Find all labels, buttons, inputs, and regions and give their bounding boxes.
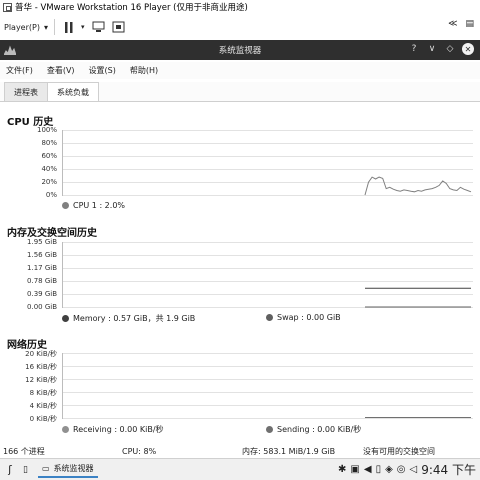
network-history-svg — [63, 353, 473, 419]
memory-tick-label: 1.95 GiB — [27, 238, 57, 246]
show-desktop-icon[interactable]: ▯ — [23, 465, 28, 475]
cpu-series-line — [364, 176, 472, 196]
vmware-toolbar: Player(P) ▾ ▾ ≪ ▤ — [0, 14, 480, 40]
sending-legend-label: Sending : 0.00 KiB/秒 — [277, 425, 362, 434]
volume-icon[interactable]: ◀ — [364, 464, 372, 475]
status-swap: 没有可用的交换空间 — [363, 446, 435, 456]
sending-legend: Sending : 0.00 KiB/秒 — [266, 424, 361, 435]
system-monitor-app-icon — [4, 45, 16, 55]
system-tray: ✱ ▣ ◀ ▯ ◈ ◎ ◁ 9:44 下午 — [338, 461, 476, 478]
taskbar-item-label: 系统监视器 — [53, 464, 94, 473]
status-bar: 166 个进程 CPU: 8% 内存: 583.1 MiB/1.9 GiB 没有… — [0, 444, 480, 458]
start-menu-icon[interactable]: ʃ — [3, 463, 17, 477]
vmware-logo-icon — [3, 2, 12, 12]
collapse-icon[interactable]: ≪ — [448, 19, 457, 29]
cpu-legend-label: CPU 1 : 2.0% — [73, 201, 126, 210]
system-load-panel: CPU 历史 100% 80% 60% 40% 20% 0% CPU 1 : 2… — [0, 102, 480, 444]
network-tick-label: 12 KiB/秒 — [25, 376, 57, 384]
sending-legend-color-icon[interactable] — [266, 426, 273, 433]
notification-icon[interactable]: ▯ — [376, 464, 382, 475]
pause-dropdown-icon[interactable]: ▾ — [81, 23, 85, 31]
speaker-icon[interactable]: ◁ — [410, 464, 418, 475]
cpu-tick-label: 20% — [41, 178, 57, 186]
maximize-icon[interactable]: ◇ — [444, 43, 456, 55]
cpu-history-graph — [62, 130, 473, 196]
player-menu-label: Player(P) — [4, 22, 40, 32]
receiving-legend-color-icon[interactable] — [62, 426, 69, 433]
tab-system-load[interactable]: 系统负载 — [47, 82, 99, 101]
memory-tick-label: 1.17 GiB — [27, 264, 57, 272]
bluetooth-icon[interactable]: ✱ — [338, 464, 346, 475]
fit-guest-icon[interactable] — [111, 19, 127, 35]
network-tick-label: 16 KiB/秒 — [25, 363, 57, 371]
taskbar: ʃ ▯ ▭ 系统监视器 ✱ ▣ ◀ ▯ ◈ ◎ ◁ 9:44 下午 — [0, 458, 480, 480]
network-icon[interactable]: ◎ — [397, 464, 406, 475]
system-monitor-task-icon: ▭ — [42, 464, 50, 473]
security-shield-icon[interactable]: ◈ — [385, 464, 393, 475]
tab-processes[interactable]: 进程表 — [4, 82, 48, 101]
swap-legend: Swap : 0.00 GiB — [266, 313, 341, 322]
library-icon[interactable]: ▤ — [465, 19, 474, 29]
package-icon[interactable]: ▣ — [350, 464, 359, 475]
cpu-legend: CPU 1 : 2.0% — [62, 201, 125, 210]
network-tick-label: 0 KiB/秒 — [29, 415, 57, 423]
memory-history-svg — [63, 242, 473, 308]
memory-history-title: 内存及交换空间历史 — [7, 228, 97, 239]
swap-legend-color-icon[interactable] — [266, 314, 273, 321]
network-tick-label: 8 KiB/秒 — [29, 389, 57, 397]
memory-tick-label: 0.00 GiB — [27, 303, 57, 311]
send-ctrl-alt-del-icon[interactable] — [91, 19, 107, 35]
vmware-title-bar: 普华 - VMware Workstation 16 Player (仅用于非商… — [0, 0, 480, 14]
menu-help[interactable]: 帮助(H) — [130, 65, 158, 76]
minimize-icon[interactable]: ∨ — [426, 43, 438, 55]
memory-legend-color-icon[interactable] — [62, 315, 69, 322]
taskbar-item-system-monitor[interactable]: ▭ 系统监视器 — [38, 461, 98, 478]
menu-bar: 文件(F) 查看(V) 设置(S) 帮助(H) — [0, 62, 480, 79]
cpu-tick-label: 0% — [45, 191, 57, 199]
cpu-legend-color-icon[interactable] — [62, 202, 69, 209]
cpu-tick-label: 60% — [41, 152, 57, 160]
memory-legend-label: Memory : 0.57 GiB，共 1.9 GiB — [73, 314, 196, 323]
network-tick-label: 4 KiB/秒 — [29, 402, 57, 410]
tab-bar: 进程表 系统负载 — [0, 82, 480, 102]
memory-legend: Memory : 0.57 GiB，共 1.9 GiB — [62, 313, 195, 324]
cpu-tick-label: 40% — [41, 165, 57, 173]
chevron-down-icon: ▾ — [43, 22, 48, 32]
menu-file[interactable]: 文件(F) — [6, 65, 33, 76]
network-tick-label: 20 KiB/秒 — [25, 350, 57, 358]
menu-settings[interactable]: 设置(S) — [89, 65, 116, 76]
toolbar-separator — [53, 19, 55, 35]
window-title: 系统监视器 — [218, 46, 262, 56]
cpu-tick-label: 100% — [36, 126, 57, 134]
help-icon[interactable]: ? — [408, 43, 420, 55]
menu-view[interactable]: 查看(V) — [47, 65, 75, 76]
player-menu-button[interactable]: Player(P) ▾ — [4, 23, 48, 32]
memory-history-graph — [62, 242, 473, 308]
vmware-window-title: 普华 - VMware Workstation 16 Player (仅用于非商… — [15, 3, 248, 13]
system-monitor-header: 系统监视器 ? ∨ ◇ ✕ — [0, 40, 480, 60]
status-memory: 内存: 583.1 MiB/1.9 GiB — [242, 446, 336, 456]
receiving-legend: Receiving : 0.00 KiB/秒 — [62, 424, 164, 435]
cpu-history-svg — [63, 130, 473, 196]
clock[interactable]: 9:44 下午 — [421, 461, 476, 478]
swap-legend-label: Swap : 0.00 GiB — [277, 313, 341, 322]
memory-tick-label: 1.56 GiB — [27, 251, 57, 259]
pause-icon[interactable] — [61, 19, 77, 35]
close-icon[interactable]: ✕ — [462, 43, 474, 55]
memory-tick-label: 0.39 GiB — [27, 290, 57, 298]
cpu-tick-label: 80% — [41, 139, 57, 147]
network-history-graph — [62, 353, 473, 419]
receiving-legend-label: Receiving : 0.00 KiB/秒 — [73, 425, 164, 434]
memory-tick-label: 0.78 GiB — [27, 277, 57, 285]
status-cpu: CPU: 8% — [122, 446, 157, 456]
status-process-count: 166 个进程 — [3, 446, 45, 456]
